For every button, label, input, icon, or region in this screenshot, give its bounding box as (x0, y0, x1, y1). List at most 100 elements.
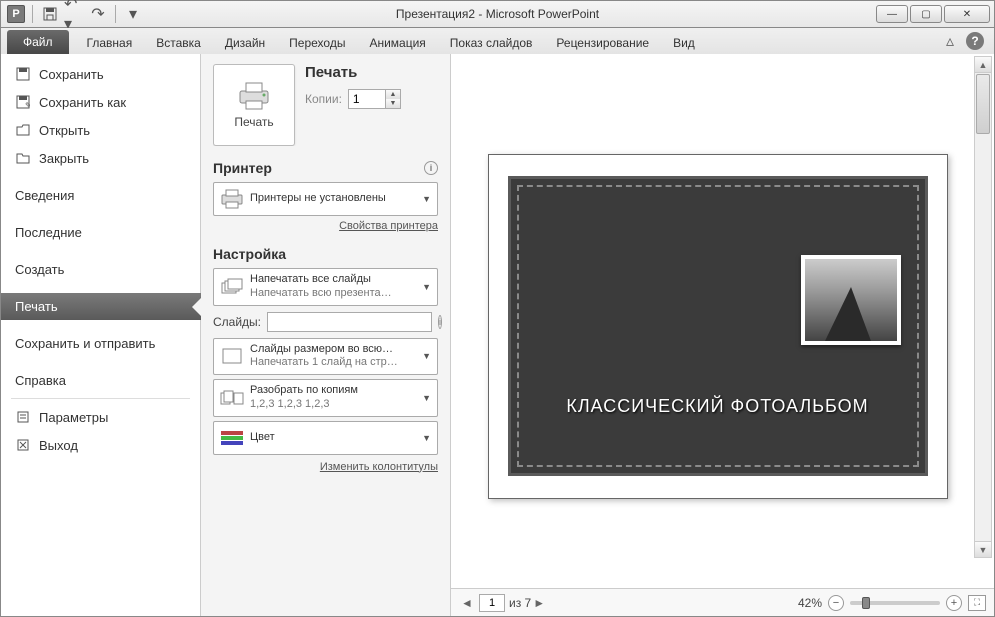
zoom-in-button[interactable]: + (946, 595, 962, 611)
collate-dropdown[interactable]: Разобрать по копиям 1,2,3 1,2,3 1,2,3 ▼ (213, 379, 438, 417)
backstage-nav: Сохранить ✎ Сохранить как Открыть Закрыт… (1, 54, 201, 616)
nav-label: Сведения (15, 188, 74, 203)
redo-button[interactable]: ↷ (88, 4, 108, 24)
maximize-button[interactable]: ▢ (910, 5, 942, 23)
page-total-label: из 7 (509, 596, 531, 610)
tab-file[interactable]: Файл (7, 30, 69, 54)
slides-range-input[interactable] (267, 312, 432, 332)
scroll-thumb[interactable] (976, 74, 990, 134)
nav-label: Параметры (39, 410, 108, 425)
folder-open-icon (15, 122, 31, 138)
nav-print[interactable]: Печать (1, 293, 201, 320)
printer-properties-link[interactable]: Свойства принтера (213, 220, 438, 232)
printer-small-icon (220, 187, 244, 211)
scroll-up-icon[interactable]: ▲ (975, 57, 991, 73)
printer-dropdown[interactable]: Принтеры не установлены ▼ (213, 182, 438, 216)
chevron-down-icon: ▼ (422, 282, 431, 292)
undo-button[interactable]: ↶ ▾ (64, 4, 84, 24)
nav-options[interactable]: Параметры (1, 403, 200, 431)
nav-close[interactable]: Закрыть (1, 144, 200, 172)
slides-stack-icon (220, 275, 244, 299)
nav-label: Закрыть (39, 151, 89, 166)
vertical-scrollbar[interactable]: ▲ ▼ (974, 56, 992, 558)
collate-main: Разобрать по копиям (250, 384, 358, 398)
print-range-sub: Напечатать всю презента… (250, 287, 392, 301)
print-panel: Печать Печать Копии: ▲ ▼ Принтер (201, 54, 451, 616)
preview-slide-title: КЛАССИЧЕСКИЙ ФОТОАЛЬБОМ (535, 396, 901, 417)
copies-input[interactable] (348, 89, 386, 109)
print-preview: КЛАССИЧЕСКИЙ ФОТОАЛЬБОМ ▲ ▼ ◄ из 7 ► 42%… (451, 54, 994, 616)
preview-slide: КЛАССИЧЕСКИЙ ФОТОАЛЬБОМ (508, 176, 928, 476)
tab-design[interactable]: Дизайн (213, 32, 277, 54)
nav-info[interactable]: Сведения (1, 182, 200, 209)
prev-page-button[interactable]: ◄ (459, 595, 475, 611)
copies-label: Копии: (305, 92, 342, 106)
app-icon[interactable]: P (7, 5, 25, 23)
tab-transitions[interactable]: Переходы (277, 32, 357, 54)
tab-view[interactable]: Вид (661, 32, 707, 54)
edit-header-footer-link[interactable]: Изменить колонтитулы (213, 461, 438, 473)
nav-open[interactable]: Открыть (1, 116, 200, 144)
chevron-down-icon: ▼ (422, 433, 431, 443)
preview-sheet: КЛАССИЧЕСКИЙ ФОТОАЛЬБОМ (488, 154, 948, 499)
close-window-button[interactable]: ✕ (944, 5, 990, 23)
next-page-button[interactable]: ► (531, 595, 547, 611)
print-range-dropdown[interactable]: Напечатать все слайды Напечатать всю пре… (213, 268, 438, 306)
save-icon (15, 66, 31, 82)
preview-photo (801, 255, 901, 345)
window-controls: — ▢ ✕ (876, 5, 994, 23)
window-title: Презентация2 - Microsoft PowerPoint (396, 7, 599, 21)
qat-customize-button[interactable]: ▾ (123, 4, 143, 24)
chevron-down-icon: ▼ (422, 351, 431, 361)
nav-label: Печать (15, 299, 58, 314)
chevron-down-icon: ▼ (422, 393, 431, 403)
nav-save-as[interactable]: ✎ Сохранить как (1, 88, 200, 116)
help-icon[interactable]: ? (966, 32, 984, 50)
tab-review[interactable]: Рецензирование (544, 32, 661, 54)
scroll-down-icon[interactable]: ▼ (975, 541, 991, 557)
collate-icon (220, 386, 244, 410)
fit-to-window-button[interactable]: ⛶ (968, 595, 986, 611)
info-icon[interactable]: i (438, 315, 442, 329)
page-number-input[interactable] (479, 594, 505, 612)
nav-label: Создать (15, 262, 64, 277)
tab-insert[interactable]: Вставка (144, 32, 213, 54)
nav-save[interactable]: Сохранить (1, 60, 200, 88)
zoom-slider-knob[interactable] (862, 597, 870, 609)
zoom-percent: 42% (798, 596, 822, 610)
printer-dropdown-label: Принтеры не установлены (250, 192, 386, 204)
layout-dropdown[interactable]: Слайды размером во всю… Напечатать 1 сла… (213, 338, 438, 376)
preview-footer: ◄ из 7 ► 42% − + ⛶ (451, 588, 994, 616)
nav-recent[interactable]: Последние (1, 219, 200, 246)
print-button[interactable]: Печать (213, 64, 295, 146)
zoom-slider[interactable] (850, 601, 940, 605)
nav-label: Сохранить как (39, 95, 126, 110)
printer-icon (236, 81, 272, 111)
print-range-main: Напечатать все слайды (250, 273, 392, 287)
spinner-up-icon[interactable]: ▲ (386, 90, 400, 99)
nav-exit[interactable]: Выход (1, 431, 200, 459)
nav-label: Сохранить и отправить (15, 336, 155, 351)
minimize-button[interactable]: — (876, 5, 908, 23)
tab-animations[interactable]: Анимация (357, 32, 437, 54)
tab-home[interactable]: Главная (75, 32, 145, 54)
copies-spinner[interactable]: ▲ ▼ (348, 89, 401, 109)
layout-sub: Напечатать 1 слайд на стр… (250, 356, 398, 370)
settings-section-header: Настройка (213, 246, 286, 262)
color-dropdown[interactable]: Цвет ▼ (213, 421, 438, 455)
nav-help[interactable]: Справка (1, 367, 200, 394)
tab-slideshow[interactable]: Показ слайдов (438, 32, 545, 54)
save-qat-button[interactable] (40, 4, 60, 24)
minimize-ribbon-icon[interactable]: ▵ (942, 33, 958, 49)
color-dropdown-label: Цвет (250, 431, 275, 443)
title-bar: P ↶ ▾ ↷ ▾ Презентация2 - Microsoft Power… (0, 0, 995, 28)
quick-access-toolbar: P ↶ ▾ ↷ ▾ (1, 4, 143, 24)
save-as-icon: ✎ (15, 94, 31, 110)
spinner-down-icon[interactable]: ▼ (386, 99, 400, 108)
zoom-out-button[interactable]: − (828, 595, 844, 611)
nav-share[interactable]: Сохранить и отправить (1, 330, 200, 357)
nav-label: Последние (15, 225, 82, 240)
nav-new[interactable]: Создать (1, 256, 200, 283)
nav-label: Выход (39, 438, 78, 453)
info-icon[interactable]: i (424, 161, 438, 175)
